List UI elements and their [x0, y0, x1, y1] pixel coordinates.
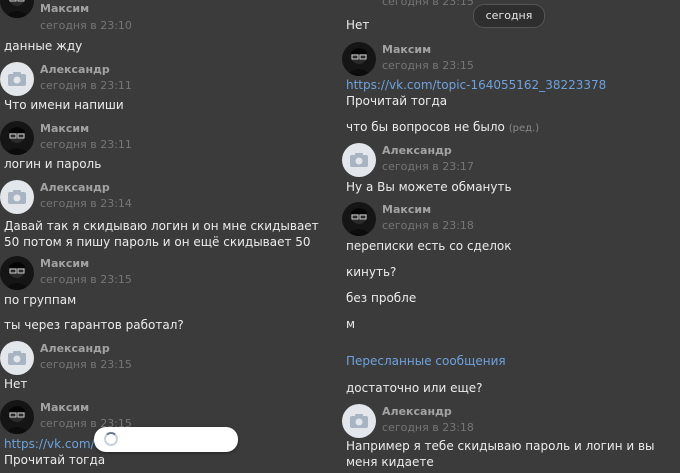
message-text: Прочитай тогда — [4, 453, 106, 467]
avatar[interactable] — [0, 121, 34, 155]
date-divider-pill[interactable]: сегодня — [473, 4, 545, 28]
message-text: м — [346, 317, 356, 331]
timestamp[interactable]: сегодня в 23:15 — [40, 358, 132, 371]
avatar[interactable] — [342, 143, 376, 177]
camera-icon — [8, 351, 26, 365]
message-text: Прочитай тогда — [346, 94, 448, 108]
user-photo-icon — [346, 48, 372, 76]
user-photo-icon — [4, 406, 30, 434]
camera-icon — [8, 72, 26, 86]
avatar[interactable] — [342, 202, 376, 236]
message-text: переписки есть со сделок — [346, 239, 512, 253]
author-name[interactable]: Максим — [40, 401, 89, 414]
author-name[interactable]: Максим — [40, 122, 89, 135]
avatar[interactable] — [0, 341, 34, 375]
message-text: логин и пароль — [4, 157, 102, 171]
message-text: без пробле — [346, 291, 417, 305]
author-name[interactable]: Александр — [40, 342, 110, 355]
author-name[interactable]: Александр — [382, 144, 452, 157]
message-text: Например я тебе скидываю пароль и логин … — [346, 439, 655, 469]
message-text: достаточно или еще? — [346, 381, 483, 395]
avatar[interactable] — [0, 400, 34, 434]
user-photo-icon — [346, 208, 372, 236]
author-name[interactable]: Максим — [40, 257, 89, 270]
chat-column-right: сегодня в 23:15 Нет Максим сегодня в 23:… — [342, 0, 680, 473]
avatar[interactable] — [0, 62, 34, 96]
author-name[interactable]: Александр — [40, 181, 110, 194]
camera-icon — [8, 190, 26, 204]
message-text: Нет — [4, 377, 28, 391]
author-name[interactable]: Максим — [382, 203, 431, 216]
timestamp[interactable]: сегодня в 23:17 — [382, 160, 474, 173]
message-text: Что имени напиши — [4, 98, 124, 112]
loading-popup — [94, 427, 238, 452]
message-text: по группам — [4, 293, 77, 307]
message-text: ты через гарантов работал? — [4, 318, 184, 332]
message-text: что бы вопросов не было (ред.) — [346, 119, 539, 137]
user-photo-icon — [4, 127, 30, 155]
timestamp[interactable]: сегодня в 23:15 — [40, 273, 132, 286]
forwarded-messages-link[interactable]: Пересланные сообщения — [346, 354, 506, 368]
author-name[interactable]: Максим — [382, 43, 431, 56]
message-link[interactable]: https://vk.com/to — [4, 437, 107, 451]
author-name[interactable]: Александр — [40, 63, 110, 76]
author-name[interactable]: Максим — [40, 2, 89, 15]
message-text-content: что бы вопросов не было — [346, 120, 505, 134]
avatar[interactable] — [0, 0, 34, 18]
camera-icon — [350, 414, 368, 428]
avatar[interactable] — [342, 404, 376, 438]
loading-spinner-icon — [104, 432, 118, 446]
timestamp[interactable]: сегодня в 23:18 — [382, 219, 474, 232]
timestamp[interactable]: сегодня в 23:15 — [382, 0, 474, 8]
timestamp[interactable]: сегодня в 23:10 — [40, 19, 132, 32]
message-text: данные жду — [4, 39, 83, 53]
chat-column-left: Максим сегодня в 23:10 данные жду Алекса… — [0, 0, 334, 473]
user-photo-icon — [4, 262, 30, 290]
avatar[interactable] — [0, 256, 34, 290]
message-link[interactable]: https://vk.com/topic-164055162_38223378 — [346, 78, 606, 92]
camera-icon — [350, 153, 368, 167]
message-text: Нет — [346, 18, 370, 32]
timestamp[interactable]: сегодня в 23:14 — [40, 197, 132, 210]
avatar[interactable] — [342, 42, 376, 76]
message-text: Давай так я скидываю логин и он мне скид… — [4, 219, 319, 249]
message-text: Ну а Вы можете обмануть — [346, 180, 512, 194]
message-text: кинуть? — [346, 265, 397, 279]
timestamp[interactable]: сегодня в 23:15 — [382, 59, 474, 72]
timestamp[interactable]: сегодня в 23:11 — [40, 138, 132, 151]
user-photo-icon — [4, 0, 30, 18]
edited-mark: (ред.) — [508, 123, 540, 134]
timestamp[interactable]: сегодня в 23:18 — [382, 421, 474, 434]
avatar[interactable] — [0, 180, 34, 214]
timestamp[interactable]: сегодня в 23:11 — [40, 79, 132, 92]
author-name[interactable]: Александр — [382, 405, 452, 418]
